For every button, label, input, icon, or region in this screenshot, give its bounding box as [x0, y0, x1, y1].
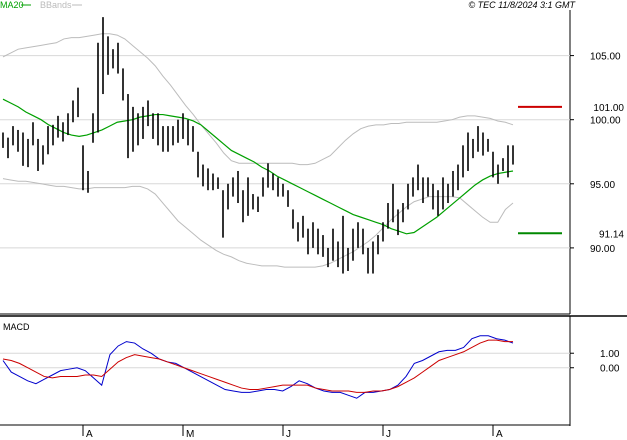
stock-chart: 90.00 95.00 100.00 105.00 101.00 91.14 0.00 1…	[0, 0, 627, 440]
month-label: J	[286, 429, 291, 440]
legend-ma20: MA20	[0, 0, 24, 10]
month-label: A	[496, 429, 503, 440]
watermark: © TEC 11/8/2024 3:1 GMT	[468, 0, 576, 10]
macd-signal-line	[2, 339, 513, 393]
price-gridlines	[0, 55, 570, 249]
bband-upper-line	[2, 33, 514, 166]
bband-lower-line	[2, 178, 514, 268]
month-axis-labels: AMJJA	[82, 425, 503, 440]
month-label: J	[386, 429, 391, 440]
support-level-label: 91.14	[599, 229, 624, 240]
price-tick-label: 105.00	[590, 52, 621, 63]
price-tick-label: 90.00	[590, 244, 615, 255]
legend-bbands: BBands	[40, 0, 72, 10]
macd-tick-label: 0.00	[600, 364, 620, 375]
macd-label: MACD	[3, 322, 30, 332]
price-tick-label: 100.00	[590, 116, 621, 127]
resistance-level-label: 101.00	[593, 103, 624, 114]
macd-lines	[2, 335, 514, 399]
macd-axis-labels: 0.00 1.00	[570, 349, 620, 375]
month-label: M	[186, 429, 194, 440]
month-label: A	[86, 429, 93, 440]
macd-tick-label: 1.00	[600, 349, 620, 360]
bollinger-bands	[2, 33, 514, 268]
price-tick-label: 95.00	[590, 180, 615, 191]
price-axis-labels: 90.00 95.00 100.00 105.00	[570, 52, 621, 255]
macd-line	[2, 335, 514, 399]
macd-gridlines	[0, 352, 570, 369]
